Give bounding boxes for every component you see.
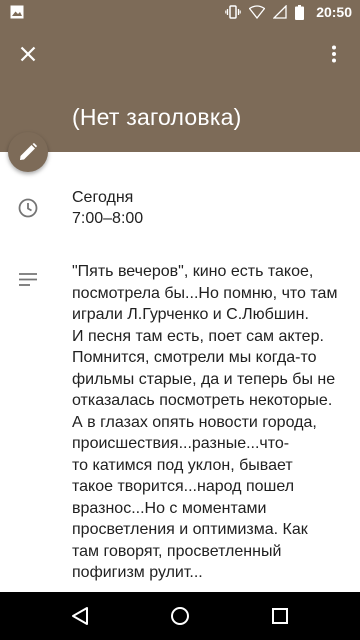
more-vert-icon xyxy=(332,45,336,63)
close-icon xyxy=(20,46,36,62)
recents-icon xyxy=(272,608,288,624)
event-time-range: 7:00–8:00 xyxy=(72,210,144,227)
clock-icon xyxy=(18,198,38,218)
event-detail-screen: 20:50 (Нет заголовка) Сегодня 7:00–8:00 … xyxy=(0,0,360,640)
image-icon xyxy=(10,5,24,19)
event-title: (Нет заголовка) xyxy=(72,104,242,130)
back-button[interactable] xyxy=(68,604,92,628)
event-description: "Пять вечеров", кино есть такое, посмотр… xyxy=(72,263,338,581)
signal-icon xyxy=(273,5,287,19)
status-bar: 20:50 xyxy=(0,0,360,24)
event-time-block: Сегодня 7:00–8:00 xyxy=(72,187,143,229)
event-date-label: Сегодня xyxy=(72,189,134,206)
wifi-icon xyxy=(249,5,266,19)
vibrate-icon xyxy=(225,5,241,19)
recents-button[interactable] xyxy=(268,604,292,628)
close-button[interactable] xyxy=(12,38,44,70)
edit-button[interactable] xyxy=(8,132,48,172)
status-time: 20:50 xyxy=(316,4,352,20)
home-icon xyxy=(171,607,189,625)
battery-icon xyxy=(295,4,305,20)
home-button[interactable] xyxy=(168,604,192,628)
back-icon xyxy=(72,607,88,625)
more-options-button[interactable] xyxy=(318,38,350,70)
notes-icon xyxy=(19,273,37,286)
event-header: (Нет заголовка) xyxy=(0,24,360,152)
navigation-bar xyxy=(0,592,360,640)
edit-pencil-icon xyxy=(20,143,37,160)
